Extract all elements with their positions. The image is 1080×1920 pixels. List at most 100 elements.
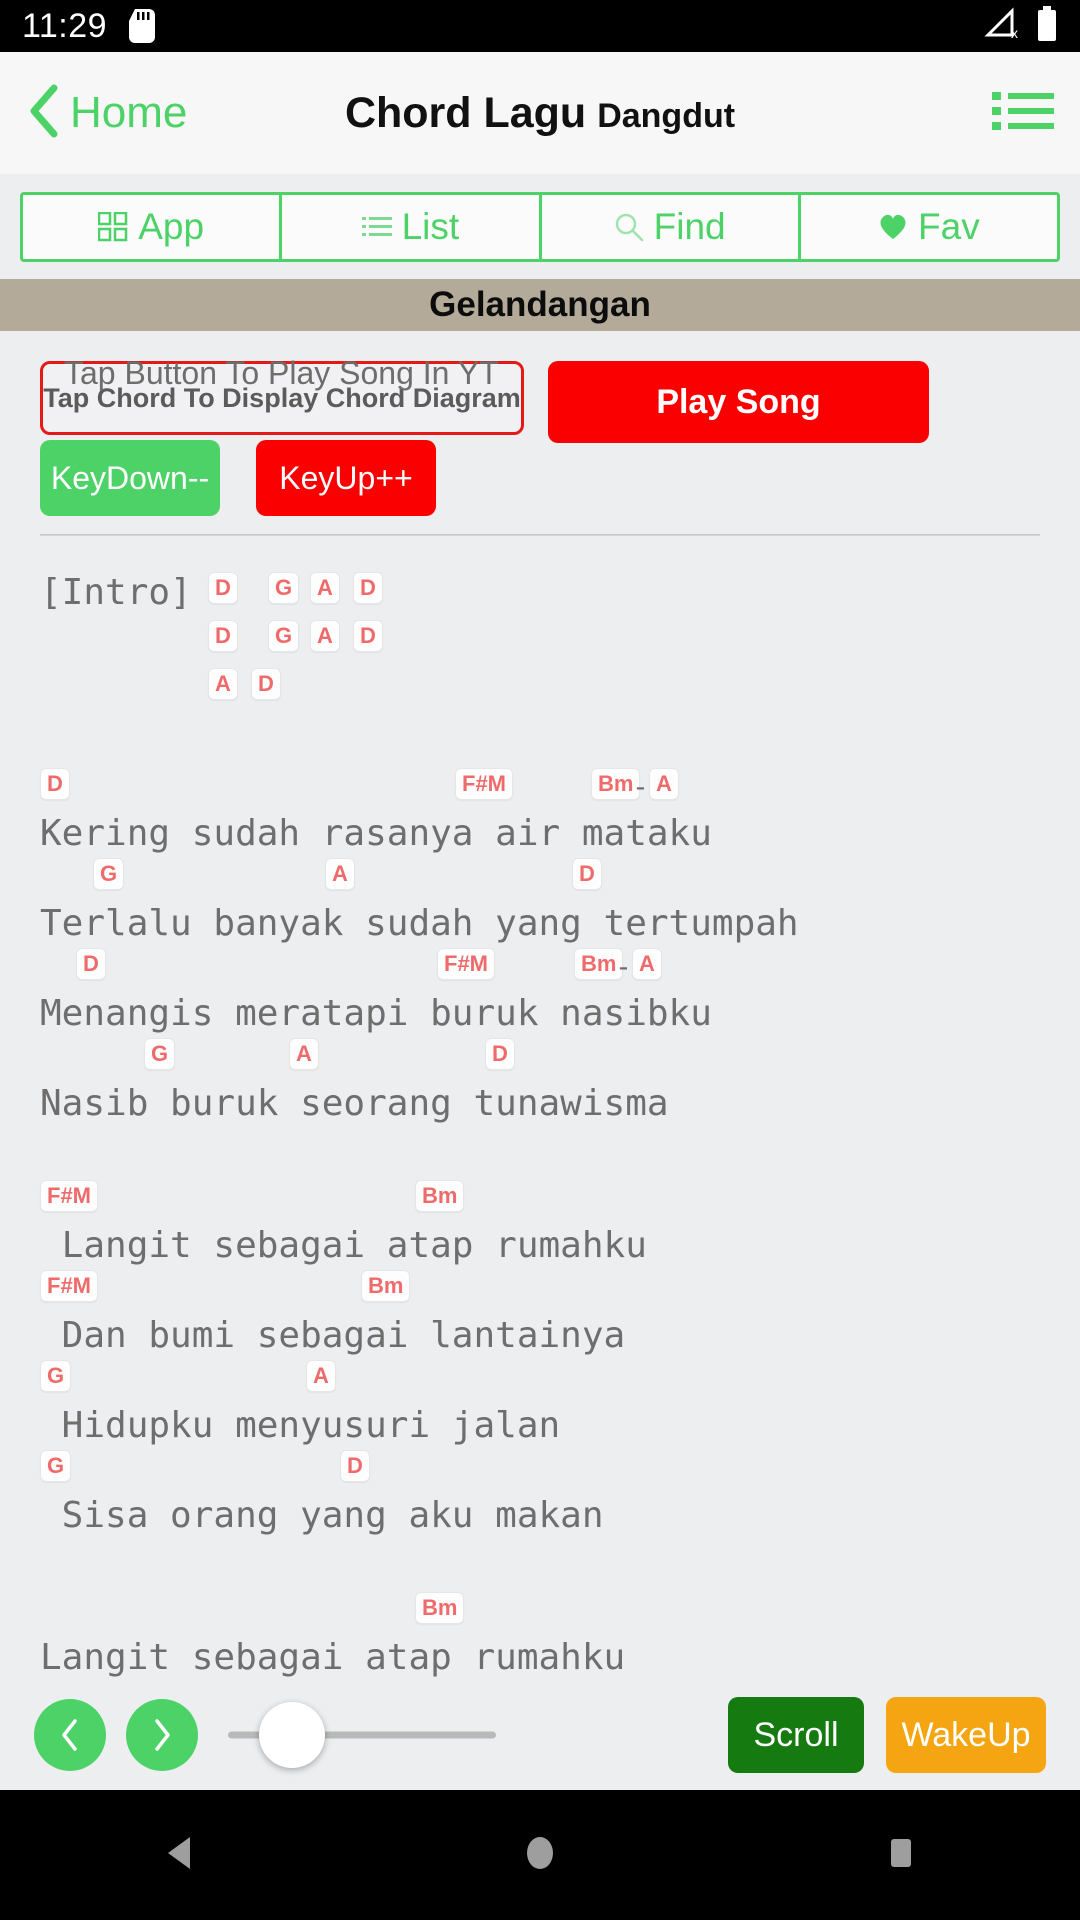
chord-separator: - [615, 950, 632, 983]
circle-home-icon [521, 1833, 559, 1878]
status-bar: 11:29 x [0, 0, 1080, 52]
list-menu-icon[interactable] [992, 85, 1054, 142]
chord-chip[interactable]: D [353, 572, 383, 604]
chord-chip[interactable]: G [268, 620, 300, 652]
chord-chip[interactable]: F#M [455, 768, 513, 800]
chord-chip[interactable]: D [76, 948, 106, 980]
chord-chip[interactable]: F#M [40, 1180, 98, 1212]
intro-chord-row: DGAD [40, 620, 1040, 668]
action-area: Tap Chord To Display Chord Diagram Play … [0, 331, 1080, 516]
scroll-speed-slider[interactable] [228, 1699, 496, 1771]
tab-fav[interactable]: Fav [801, 195, 1057, 259]
chord-line: GAD [40, 1038, 1040, 1080]
intro-chord-row: [Intro] D G A D [40, 572, 1040, 620]
chord-chip[interactable]: D [485, 1038, 515, 1070]
song-sheet: Tap Chord To Display Chord Diagram Play … [0, 331, 1080, 1682]
search-icon [614, 212, 644, 242]
tab-find[interactable]: Find [542, 195, 801, 259]
grid-icon [98, 212, 128, 242]
chord-line: GAD [40, 858, 1040, 900]
back-home-label: Home [70, 88, 188, 137]
chord-chip[interactable]: A [310, 572, 340, 604]
heart-icon [878, 213, 908, 241]
yt-hint-text: Tap Button To Play Song In YT [64, 355, 499, 391]
chord-chip[interactable]: A [310, 620, 340, 652]
lyric-line: Hidupku menyusuri jalan [40, 1405, 561, 1446]
intro-section: [Intro] D G A D D G A D A D [40, 572, 1040, 716]
chord-chip[interactable]: Bm [361, 1270, 411, 1302]
back-home-button[interactable]: Home [26, 84, 187, 143]
sd-card-icon [129, 9, 156, 43]
tab-list[interactable]: List [282, 195, 542, 259]
chord-chip[interactable]: G [268, 572, 300, 604]
song-title: Gelandangan [429, 285, 651, 324]
svg-text:x: x [1011, 25, 1018, 41]
stanza-gap [40, 1540, 1040, 1592]
chord-chip[interactable]: D [40, 768, 70, 800]
lyric-line: Menangis meratapi buruk nasibku [40, 993, 712, 1034]
nav-home-button[interactable] [480, 1833, 600, 1878]
chord-chip[interactable]: G [93, 858, 125, 890]
tab-find-label: Find [653, 206, 726, 247]
chord-chip[interactable]: A [289, 1038, 319, 1070]
chord-chip[interactable]: Bm [415, 1592, 465, 1624]
chord-line: F#M Bm [40, 1270, 1040, 1312]
chord-chip[interactable]: F#M [40, 1270, 98, 1302]
stanza: Bm Langit sebagai atap rumahku [40, 1592, 1040, 1682]
intro-chord-row: AD [40, 668, 1040, 716]
lyric-line: Terlalu banyak sudah yang tertumpah [40, 903, 799, 944]
stanza-gap [40, 716, 1040, 768]
list-icon [361, 214, 392, 240]
nav-back-button[interactable] [120, 1833, 240, 1878]
no-signal-icon: x [984, 6, 1020, 46]
chord-chip[interactable]: D [340, 1450, 370, 1482]
chord-chip[interactable]: F#M [437, 948, 495, 980]
chord-chip[interactable]: G [40, 1450, 72, 1482]
stanza-gap [40, 1128, 1040, 1180]
page-title-sub: Dangdut [597, 96, 736, 135]
tab-bar: App List Find Fav [20, 192, 1060, 262]
chevron-left-icon [26, 84, 60, 143]
scroll-button[interactable]: Scroll [728, 1697, 864, 1773]
chord-line: GA [40, 1360, 1040, 1402]
tab-app[interactable]: App [23, 195, 283, 259]
chord-chip[interactable]: A [649, 768, 679, 800]
slider-thumb[interactable] [259, 1702, 326, 1768]
intro-label: [Intro] [40, 572, 192, 613]
chord-line: GD [40, 1450, 1040, 1492]
lyric-line: Nasib buruk seorang tunawisma [40, 1083, 669, 1124]
prev-button[interactable] [34, 1699, 106, 1771]
chord-chip[interactable]: A [208, 668, 238, 700]
stanza: D F#M Bm - A Kering sudah rasanya air mataku G… [40, 768, 1040, 1128]
chord-chip[interactable]: D [572, 858, 602, 890]
lyric-line: Dan bumi sebagai lantainya [40, 1315, 626, 1356]
chord-chip[interactable]: G [144, 1038, 176, 1070]
tab-fav-label: Fav [918, 206, 980, 247]
chord-line: D F#M Bm - A [40, 768, 1040, 810]
chord-line: F#M Bm [40, 1180, 1040, 1222]
nav-recents-button[interactable] [840, 1833, 960, 1878]
battery-full-icon [1036, 5, 1058, 47]
tab-list-label: List [401, 206, 460, 247]
key-down-button[interactable]: KeyDown-- [40, 440, 220, 516]
chord-chip[interactable]: D [353, 620, 383, 652]
chord-chip[interactable]: A [306, 1360, 336, 1392]
next-button[interactable] [126, 1699, 198, 1771]
chord-chip[interactable]: G [40, 1360, 72, 1392]
page-title-main: Chord Lagu [344, 88, 587, 137]
song-title-bar: Gelandangan [0, 279, 1080, 331]
chord-chip[interactable]: D [251, 668, 281, 700]
chord-chip[interactable]: D [208, 620, 238, 652]
chord-separator: - [632, 770, 649, 803]
key-up-button[interactable]: KeyUp++ [256, 440, 436, 516]
chord-chip[interactable]: D [208, 572, 238, 604]
square-recents-icon [883, 1833, 917, 1878]
chord-sheet-body: [Intro] D G A D D G A D A D D F#M Bm - A Kering sudah ra… [0, 536, 1080, 1682]
lyric-line: Sisa orang yang aku makan [40, 1495, 604, 1536]
wakeup-button[interactable]: WakeUp [886, 1697, 1046, 1773]
chord-chip[interactable]: Bm [415, 1180, 465, 1212]
chord-line: D F#M Bm - A [40, 948, 1040, 990]
stanza: F#M Bm Langit sebagai atap rumahku F#M Bm D… [40, 1180, 1040, 1540]
chord-chip[interactable]: A [632, 948, 662, 980]
chord-chip[interactable]: A [325, 858, 355, 890]
